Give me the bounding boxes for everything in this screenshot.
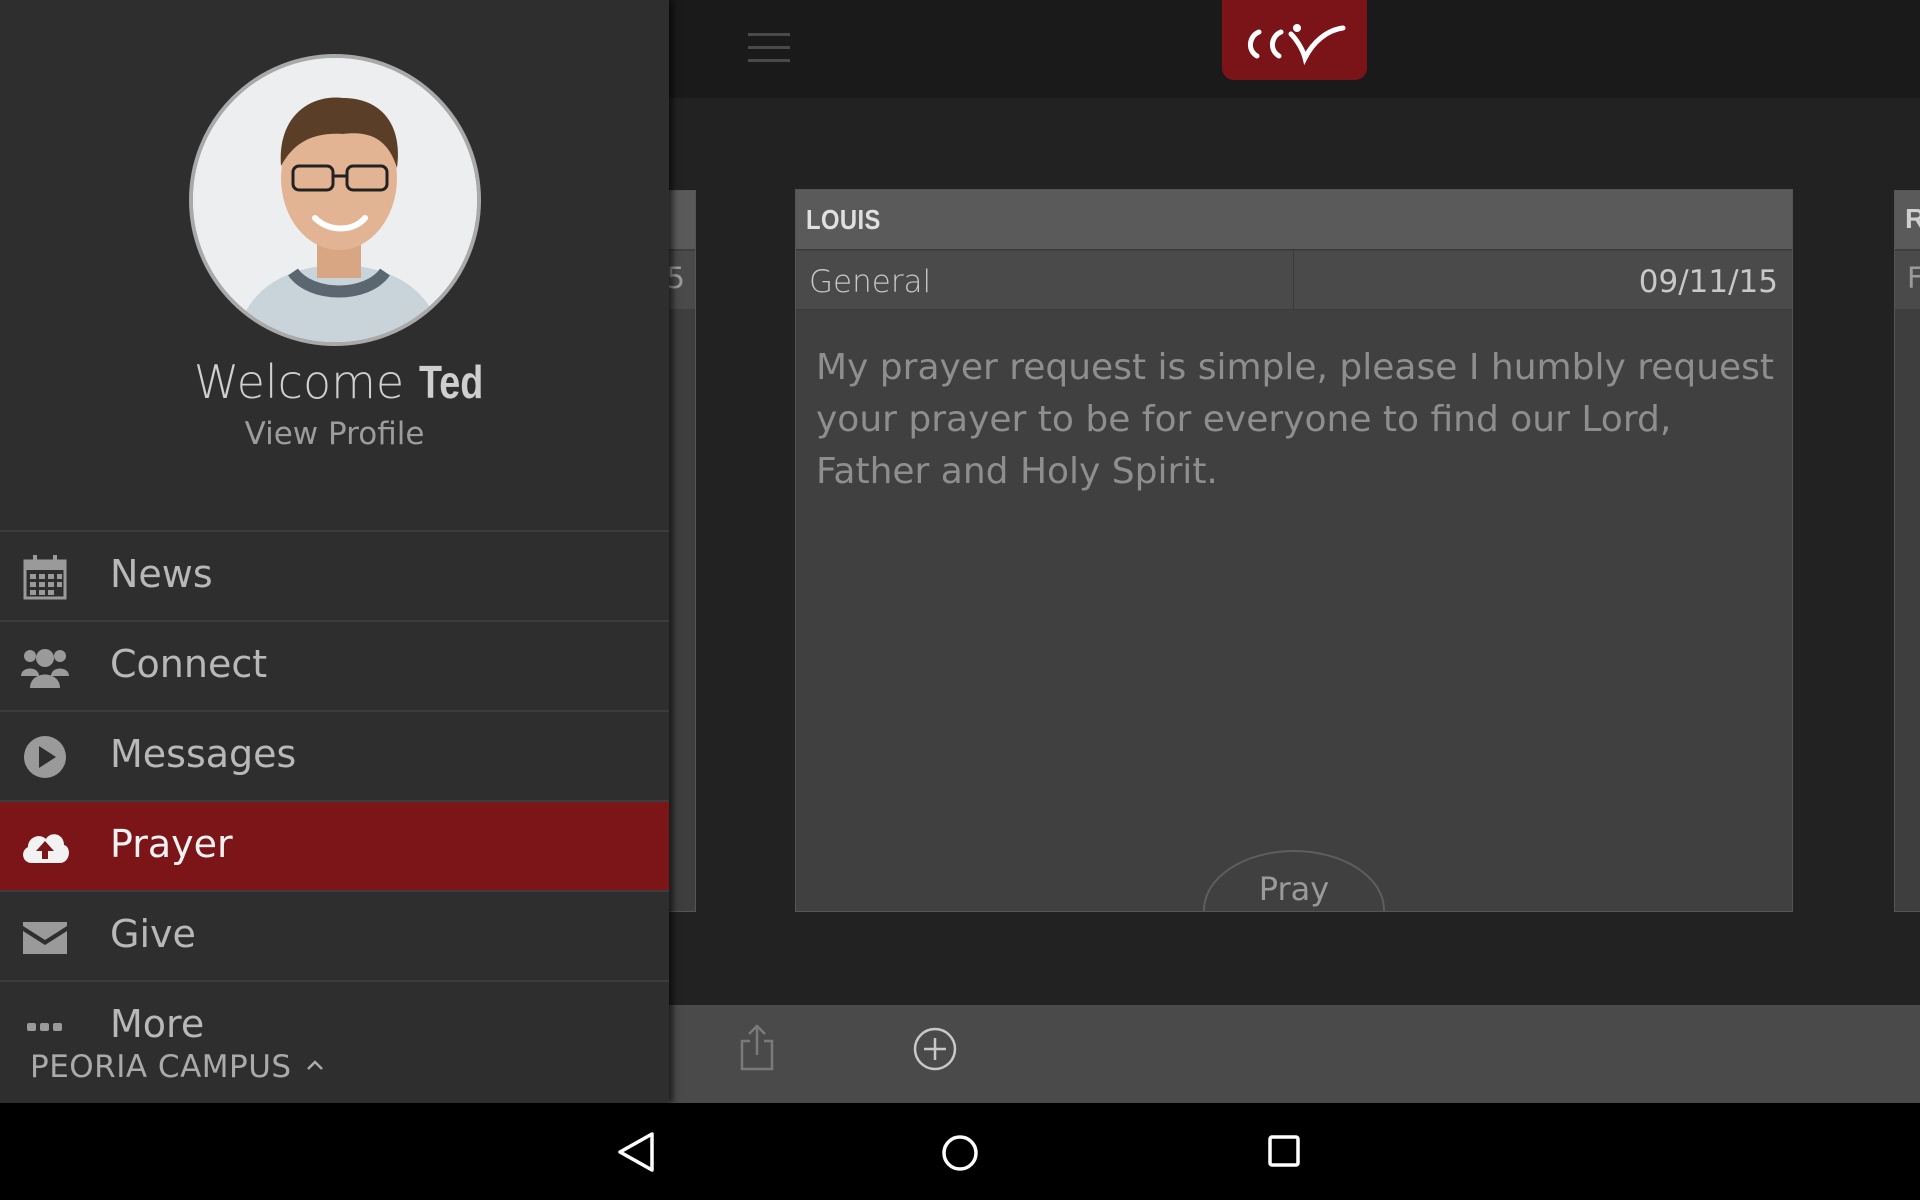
user-name: Ted	[418, 356, 484, 408]
menu-item-messages[interactable]: Messages	[0, 710, 669, 800]
ccv-logo[interactable]	[1222, 0, 1367, 80]
card-date: 09/11/15	[1638, 264, 1778, 300]
menu-item-label: Messages	[110, 732, 297, 776]
campus-selector[interactable]: PEORIA CAMPUS	[30, 1049, 292, 1085]
ellipsis-icon	[20, 1002, 70, 1052]
pray-label: Pray	[1258, 870, 1330, 908]
chevron-up-icon[interactable]	[305, 1057, 325, 1073]
menu-item-label: News	[110, 552, 213, 596]
envelope-icon	[20, 912, 70, 962]
share-icon[interactable]	[738, 1023, 776, 1073]
users-icon	[20, 642, 70, 692]
menu-item-label: Prayer	[110, 822, 233, 866]
card-meta: General 09/11/15	[796, 251, 1792, 310]
welcome-label: Welcome	[193, 355, 405, 409]
view-profile-link[interactable]: View Profile	[0, 416, 669, 452]
card-header: LOUIS	[796, 190, 1792, 250]
card-name: LOUIS	[806, 204, 881, 235]
menu-item-connect[interactable]: Connect	[0, 620, 669, 710]
menu-item-prayer[interactable]: Prayer	[0, 800, 669, 890]
back-icon[interactable]	[616, 1130, 656, 1174]
next-card-name: R	[1905, 203, 1920, 234]
hamburger-menu-icon[interactable]	[748, 33, 790, 63]
next-card-category: F	[1907, 261, 1920, 295]
avatar[interactable]	[189, 54, 481, 346]
home-icon[interactable]	[940, 1133, 980, 1173]
menu-item-news[interactable]: News	[0, 530, 669, 620]
prayer-card-next[interactable]: R F	[1894, 190, 1920, 912]
menu-item-label: Connect	[110, 642, 268, 686]
pray-button[interactable]: Pray	[1203, 850, 1385, 911]
previous-card-date: 5	[666, 261, 685, 295]
welcome-text: Welcome Ted	[0, 355, 669, 409]
drawer-menu: News Connect Messages Prayer Give More	[0, 530, 669, 1070]
add-circle-icon[interactable]	[912, 1026, 958, 1072]
prayer-request-text: My prayer request is simple, please I hu…	[816, 347, 1775, 492]
menu-item-label: More	[110, 1002, 205, 1046]
menu-item-label: Give	[110, 912, 196, 956]
recents-icon[interactable]	[1267, 1134, 1301, 1168]
prayer-card[interactable]: LOUIS General 09/11/15 My prayer request…	[795, 189, 1793, 912]
navigation-drawer: Welcome Ted View Profile News Connect Me…	[0, 0, 669, 1103]
menu-item-give[interactable]: Give	[0, 890, 669, 980]
play-circle-icon	[20, 732, 70, 782]
calendar-icon	[20, 552, 70, 602]
card-category: General	[809, 264, 932, 300]
cloud-upload-icon	[20, 822, 70, 872]
